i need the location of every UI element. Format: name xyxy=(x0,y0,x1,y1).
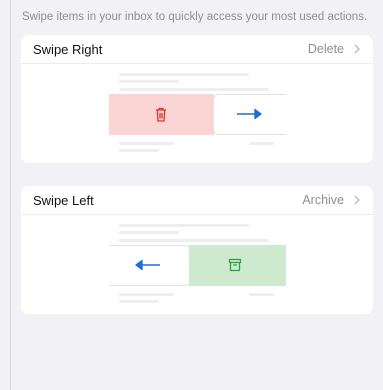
swipe-left-value: Archive xyxy=(302,193,344,207)
arrow-left-icon xyxy=(135,259,160,271)
swipe-left-demo-row xyxy=(109,245,286,286)
placeholder-line xyxy=(119,73,249,76)
placeholder-line xyxy=(119,231,179,234)
placeholder-line xyxy=(119,239,269,242)
swipe-right-demo-row xyxy=(109,94,286,135)
swipe-right-row[interactable]: Swipe Right Delete xyxy=(21,35,373,64)
placeholder-line xyxy=(119,149,159,152)
placeholder-line xyxy=(119,224,249,227)
placeholder-line xyxy=(119,300,159,303)
swipe-left-preview xyxy=(109,220,286,308)
swipe-right-preview xyxy=(109,69,286,157)
swipe-right-title: Swipe Right xyxy=(33,41,103,57)
placeholder-line xyxy=(119,142,174,145)
trash-icon xyxy=(156,107,166,122)
swipe-right-card: Swipe Right Delete xyxy=(21,35,373,163)
placeholder-line xyxy=(119,88,269,91)
placeholder-line xyxy=(119,80,179,83)
intro-text: Swipe items in your inbox to quickly acc… xyxy=(22,11,368,23)
swipe-left-title: Swipe Left xyxy=(33,192,94,208)
swipe-left-row[interactable]: Swipe Left Archive xyxy=(21,186,373,215)
swipe-left-card: Swipe Left Archive xyxy=(21,186,373,314)
archive-icon xyxy=(228,258,242,272)
placeholder-line xyxy=(249,293,274,296)
placeholder-line xyxy=(249,142,274,145)
swipe-right-value: Delete xyxy=(307,42,344,56)
chevron-right-icon xyxy=(354,44,360,54)
arrow-right-icon xyxy=(237,108,262,120)
placeholder-line xyxy=(119,293,174,296)
chevron-right-icon xyxy=(354,195,360,205)
